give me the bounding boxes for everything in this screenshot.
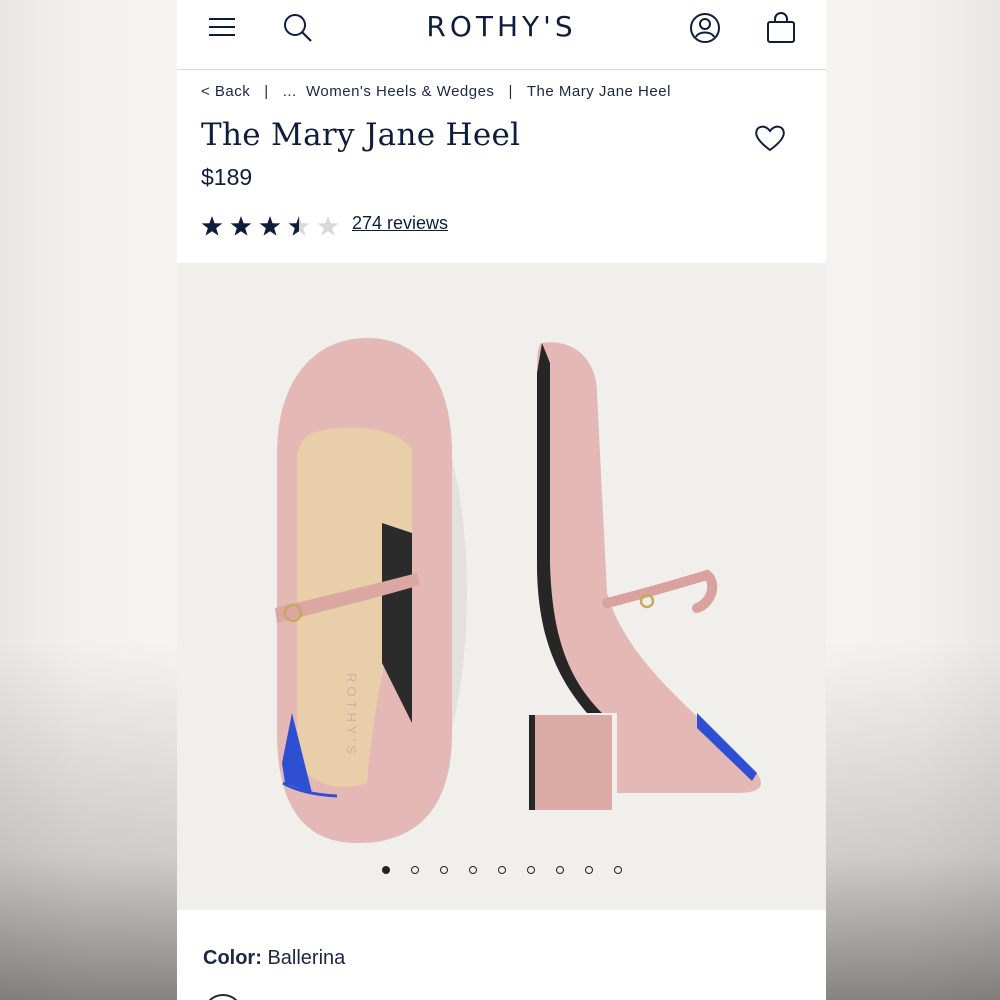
heart-icon[interactable] xyxy=(753,121,787,155)
phone-screen: ROTHY'S < Back |... Women's Heels & Wedge… xyxy=(177,0,826,1000)
color-swatch[interactable] xyxy=(203,994,243,1000)
site-header: ROTHY'S xyxy=(177,0,826,70)
star-icon-empty xyxy=(317,216,339,236)
star-rating xyxy=(201,213,351,239)
star-icon-full xyxy=(201,216,223,236)
bag-icon[interactable] xyxy=(765,12,797,44)
carousel-pagination xyxy=(177,866,826,874)
shoe-top-view: ROTHY'S xyxy=(275,338,467,843)
breadcrumb-ellipsis[interactable]: ... xyxy=(283,83,297,100)
carousel-dot[interactable] xyxy=(381,866,390,874)
carousel-dot[interactable] xyxy=(410,866,419,874)
color-label: Color: xyxy=(203,947,262,969)
breadcrumb-current: The Mary Jane Heel xyxy=(526,83,671,100)
product-title: The Mary Jane Heel xyxy=(201,117,521,153)
insole-brand-text: ROTHY'S xyxy=(344,673,359,758)
carousel-dot[interactable] xyxy=(584,866,593,874)
account-icon[interactable] xyxy=(689,12,721,44)
carousel-dot[interactable] xyxy=(526,866,535,874)
product-image-carousel[interactable]: ROTHY'S xyxy=(177,263,826,910)
star-icon-half xyxy=(288,216,299,236)
stars-graphic xyxy=(201,216,339,236)
breadcrumb-separator: | xyxy=(508,83,513,100)
brand-logo[interactable]: ROTHY'S xyxy=(177,10,826,43)
carousel-dot[interactable] xyxy=(439,866,448,874)
product-price: $189 xyxy=(201,164,253,190)
shoe-side-view xyxy=(529,342,761,810)
back-link[interactable]: < Back xyxy=(201,83,250,100)
product-image: ROTHY'S xyxy=(275,338,761,843)
carousel-dot[interactable] xyxy=(555,866,564,874)
star-icon-full xyxy=(230,216,252,236)
breadcrumb-separator: | xyxy=(264,83,269,100)
star-icon-full xyxy=(259,216,281,236)
color-value: Ballerina xyxy=(267,947,346,969)
carousel-dot[interactable] xyxy=(468,866,477,874)
reviews-link[interactable]: 274 reviews xyxy=(352,213,448,234)
carousel-dot[interactable] xyxy=(497,866,506,874)
color-selector-label: Color: Ballerina xyxy=(203,947,345,970)
carousel-dot[interactable] xyxy=(613,866,622,874)
breadcrumb-category[interactable]: Women's Heels & Wedges xyxy=(306,83,494,100)
breadcrumb: < Back |... Women's Heels & Wedges | The Ma… xyxy=(201,83,671,100)
